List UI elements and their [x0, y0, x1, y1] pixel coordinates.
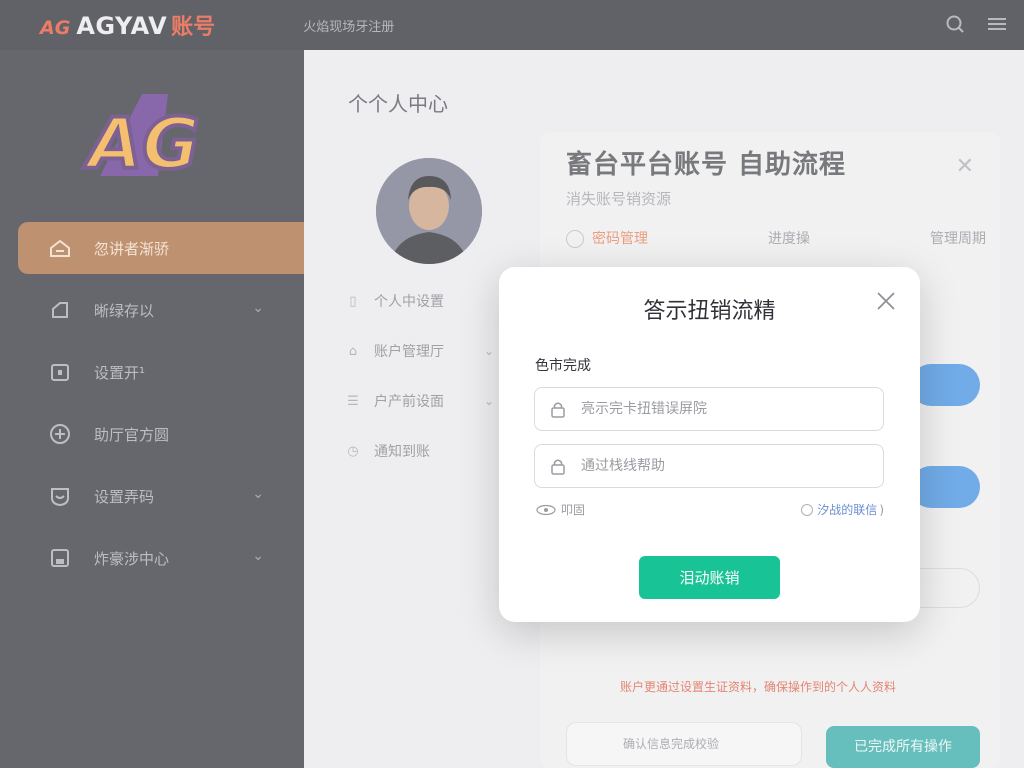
radio-icon: [801, 503, 814, 516]
dialog-title: 答示扭销流精: [643, 299, 776, 324]
help-field[interactable]: [534, 444, 884, 488]
help-input[interactable]: [579, 457, 859, 475]
hint-left-label: 叩固: [561, 503, 586, 517]
reason-field[interactable]: [534, 387, 884, 431]
lock-icon: [551, 402, 565, 418]
eye-icon: [536, 504, 556, 515]
close-icon[interactable]: [874, 289, 898, 313]
hint-right-label: 汐战的联信: [817, 503, 878, 517]
lock-icon: [551, 459, 565, 475]
field-label: 色市完成: [535, 358, 591, 374]
reason-input[interactable]: [579, 400, 859, 418]
cancel-dialog: 答示扭销流精 色市完成 叩固 汐战的联信 ) 泪动账销: [499, 267, 920, 622]
close-paren-icon: ): [879, 502, 884, 517]
show-password-toggle[interactable]: 叩固: [535, 501, 585, 518]
agreement-option[interactable]: 汐战的联信 ): [801, 501, 884, 518]
confirm-cancel-button[interactable]: 泪动账销: [639, 556, 780, 599]
